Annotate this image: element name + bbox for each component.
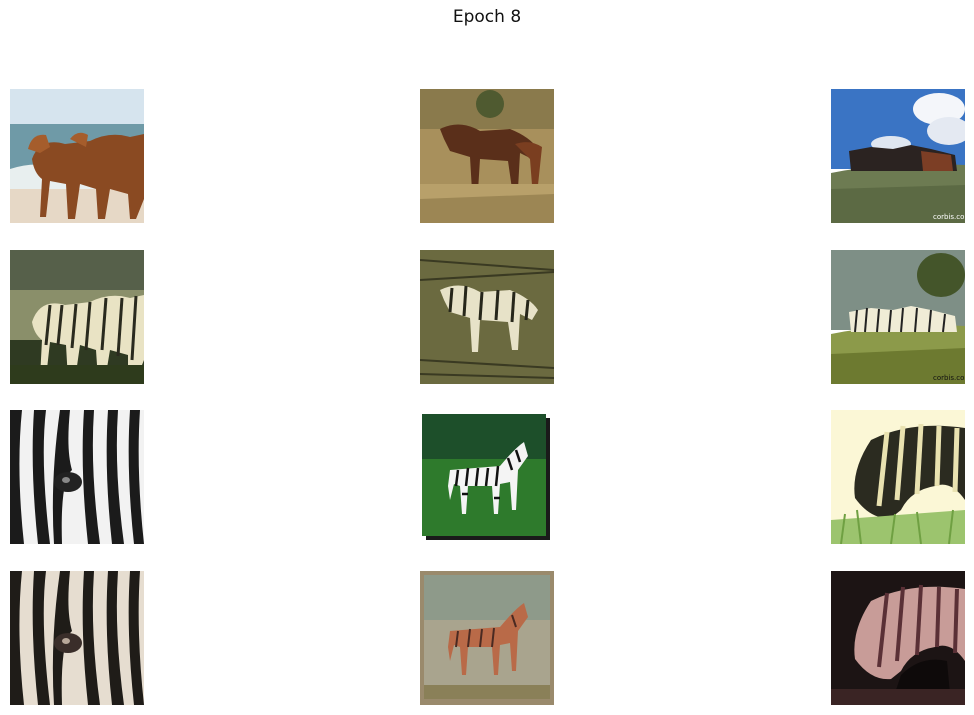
image-foal-reconstructed <box>420 571 554 705</box>
image-stripe-closeup-reconstructed <box>10 571 144 705</box>
image-grazing-reconstructed <box>831 571 965 705</box>
image-grass-horses-as-zebras <box>420 250 554 384</box>
image-zebra-grazing <box>831 410 965 544</box>
image-zebra-foal-on-grass <box>420 410 554 544</box>
image-hill-herd-as-zebras: corbis.com <box>831 250 965 384</box>
watermark-text: corbis.com <box>933 213 965 221</box>
figure-title: Epoch 8 <box>452 7 522 27</box>
watermark-text-translated: corbis.com <box>933 374 965 382</box>
image-zebra-stripe-closeup <box>10 410 144 544</box>
image-horse-herd-on-hill: corbis.com <box>831 89 965 223</box>
image-horses-in-grass <box>420 89 554 223</box>
image-beach-horses-as-zebras <box>10 250 144 384</box>
image-horses-on-beach <box>10 89 144 223</box>
